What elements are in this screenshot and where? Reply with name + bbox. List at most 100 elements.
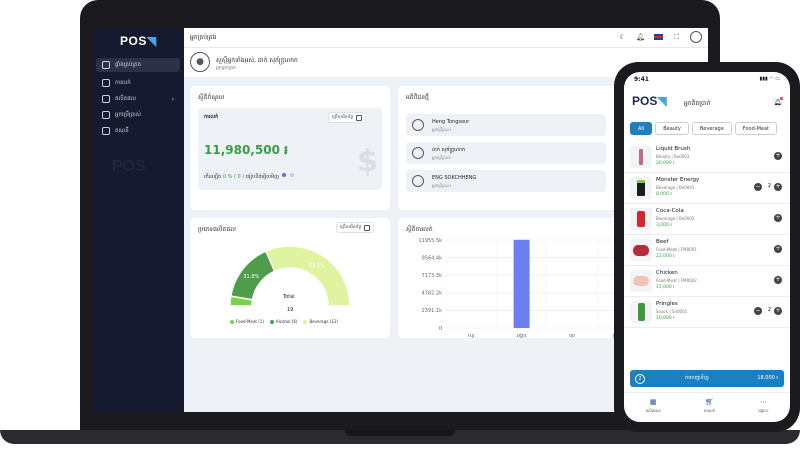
language-flag-icon[interactable]	[654, 34, 663, 40]
product-name: Coca-Cola	[656, 208, 684, 214]
box-icon	[102, 95, 110, 103]
sidebar-item-label: គណនី	[115, 128, 129, 134]
brand-logo[interactable]: POS◥	[120, 34, 157, 48]
page-title: អ្នកគ្រប់គ្រង	[190, 34, 217, 41]
list-item[interactable]: Monster Energy Beverage | Be0001 8,000 ៛…	[624, 173, 790, 204]
legend-item: Alcohol (6)	[269, 319, 297, 324]
tab-sales[interactable]: 🛒︎ ការលក់	[704, 393, 715, 422]
account-icon	[102, 127, 110, 135]
donut-total-label: Total	[283, 294, 295, 300]
y-tick-label: 0	[439, 326, 442, 332]
product-name: Liquid Brush	[656, 146, 691, 152]
product-name: Chicken	[656, 270, 678, 276]
revenue-value: 11,980,500 ៛	[204, 143, 288, 157]
product-meta: Beverage | Be0001	[656, 185, 695, 190]
x-tick-label: ពុធ	[569, 333, 575, 338]
customer-role: អ្នកប្រើប្រាស់	[432, 127, 451, 132]
sidebar-item-users[interactable]: អ្នកប្រើប្រាស់	[96, 108, 180, 122]
product-name: Beef	[656, 239, 669, 245]
product-image	[630, 270, 652, 292]
carousel-dot[interactable]	[290, 173, 294, 177]
brand-logo[interactable]: POS◥	[632, 94, 667, 108]
list-item[interactable]: Liquid Brush Beauty | Bu0001 20,000 ៛ +	[624, 142, 790, 173]
topbar-tools: ☾ 🔔︎ ⛶	[618, 31, 702, 43]
cart-count-badge: 2	[635, 373, 645, 384]
filter-chip-food-meat[interactable]: Food-Meat	[734, 122, 778, 135]
product-price: 20,000 ៛	[656, 161, 675, 166]
list-item[interactable]: ដាក់ សុភ័ក្ត្រលោក អ្នកប្រើប្រាស់	[406, 142, 606, 164]
add-icon[interactable]: +	[774, 245, 782, 253]
avatar	[412, 175, 424, 187]
list-item[interactable]: ENG SOKCHHENG អ្នកប្រើប្រាស់	[406, 170, 606, 192]
phone-frame: 9:41 ▮▮▮ ◠ ▭ POS◥ អ្នកគិតប្រាក់ 🔔︎ All B…	[614, 62, 800, 432]
avatar[interactable]	[690, 31, 702, 43]
legend-item: Beverage (12)	[303, 319, 338, 324]
y-tick-label: 11955.5k	[418, 238, 442, 244]
sidebar-item-products[interactable]: ផលិតផល ›	[96, 92, 180, 106]
add-icon[interactable]: +	[774, 276, 782, 284]
sidebar-item-label: ការលក់	[115, 80, 131, 86]
list-item[interactable]: Pringles Snack | Sn0001 10,000 ៛ − 2 +	[624, 297, 790, 328]
sidebar-item-dashboard[interactable]: ផ្ទាំងគ្រប់គ្រង	[96, 58, 180, 72]
add-icon[interactable]: +	[774, 183, 782, 191]
change-percent: 0 % ( 0 )	[222, 174, 245, 180]
checkout-button[interactable]: 2 ការបញ្ជាទិញ 18,000 ៛	[630, 370, 784, 387]
date-picker-button[interactable]: ជ្រើសរើសថ្ងៃ	[328, 112, 367, 123]
bottom-tab-bar: ▦ ផលិតផល 🛒︎ ការលក់ ⋯ ផ្សេងៗ	[624, 392, 790, 422]
revenue-change: កើនឡើង 0 % ( 0 ) ធៀបនឹងម្សិលមិញ	[204, 174, 279, 181]
add-icon[interactable]: +	[774, 214, 782, 222]
add-icon[interactable]: +	[774, 152, 782, 160]
bar-1[interactable]	[513, 239, 530, 328]
filter-chip-all[interactable]: All	[630, 122, 653, 135]
sidebar-item-account[interactable]: គណនី	[96, 124, 180, 138]
list-item[interactable]: Heng Tongsour អ្នកប្រើប្រាស់	[406, 114, 606, 136]
legend-label: Food-Meat (1)	[236, 319, 264, 324]
product-image	[630, 301, 652, 323]
customer-name: Heng Tongsour	[432, 119, 470, 125]
date-picker-label: ជ្រើសរើសថ្ងៃ	[332, 114, 354, 120]
chart-legend: Food-Meat (1) Alcohol (6) Beverage (12)	[230, 319, 338, 324]
card-title: អតិថិជនថ្មី	[406, 94, 429, 101]
users-icon	[102, 111, 110, 119]
legend-label: Beverage (12)	[309, 319, 339, 324]
list-item[interactable]: Chicken Food-Meat | FM0002 15,000 ៛ +	[624, 266, 790, 297]
calendar-icon	[356, 114, 363, 121]
fullscreen-icon[interactable]: ⛶	[672, 33, 681, 42]
remove-icon[interactable]: −	[754, 307, 762, 315]
change-suffix: ធៀបនឹងម្សិលមិញ	[245, 174, 279, 180]
tab-label: ផ្សេងៗ	[758, 408, 769, 413]
customer-name: ENG SOKCHHENG	[432, 175, 477, 181]
product-image	[630, 146, 652, 168]
dark-mode-icon[interactable]: ☾	[618, 33, 627, 42]
product-price: 3,000 ៛	[656, 223, 672, 228]
remove-icon[interactable]: −	[754, 183, 762, 191]
filter-chip-beverage[interactable]: Beverage	[691, 122, 732, 135]
customer-name: ដាក់ សុភ័ក្ត្រលោក	[432, 147, 466, 153]
product-category-card: ប្រភេទផលិតផល ជ្រើសរើសថ្ងៃ 31.6% 63.2% Tot…	[190, 218, 390, 338]
list-item[interactable]: Beef Food-Meat | FM0001 22,000 ៛ +	[624, 235, 790, 266]
legend-item: Food-Meat (1)	[230, 319, 264, 324]
product-image	[630, 177, 652, 199]
product-price: 15,000 ៛	[656, 285, 675, 290]
sidebar-watermark-logo: POS	[112, 158, 146, 175]
notification-bell-icon[interactable]: 🔔︎	[636, 33, 645, 42]
dashboard-icon	[102, 61, 110, 69]
list-item[interactable]: Coca-Cola Beverage | Be0002 3,000 ៛ +	[624, 204, 790, 235]
product-meta: Beauty | Bu0001	[656, 154, 690, 159]
sidebar-item-sales[interactable]: ការលក់	[96, 76, 180, 90]
notification-bell-icon[interactable]: 🔔︎	[773, 97, 783, 107]
avatar	[412, 119, 424, 131]
tab-products[interactable]: ▦ ផលិតផល	[646, 393, 661, 422]
sidebar: POS◥ ផ្ទាំងគ្រប់គ្រង ការលក់ ផលិតផល › អ្ន…	[92, 28, 184, 412]
sidebar-item-label: ផ្ទាំងគ្រប់គ្រង	[115, 62, 141, 68]
carousel-dot[interactable]	[282, 173, 286, 177]
checkout-label: ការបញ្ជាទិញ	[685, 375, 709, 381]
add-icon[interactable]: +	[774, 307, 782, 315]
user-avatar-icon[interactable]: ●	[190, 52, 210, 72]
filter-chip-beauty[interactable]: Beauty	[655, 122, 689, 135]
tab-more[interactable]: ⋯ ផ្សេងៗ	[758, 393, 768, 422]
revenue-panel: ការលក់ ជ្រើសរើសថ្ងៃ 11,980,500 ៛ កើនឡើង …	[198, 108, 382, 190]
sidebar-item-label: អ្នកប្រើប្រាស់	[115, 112, 141, 118]
x-tick-label: អង្គារ	[517, 333, 527, 338]
donut-slice-beverage[interactable]	[264, 245, 351, 307]
